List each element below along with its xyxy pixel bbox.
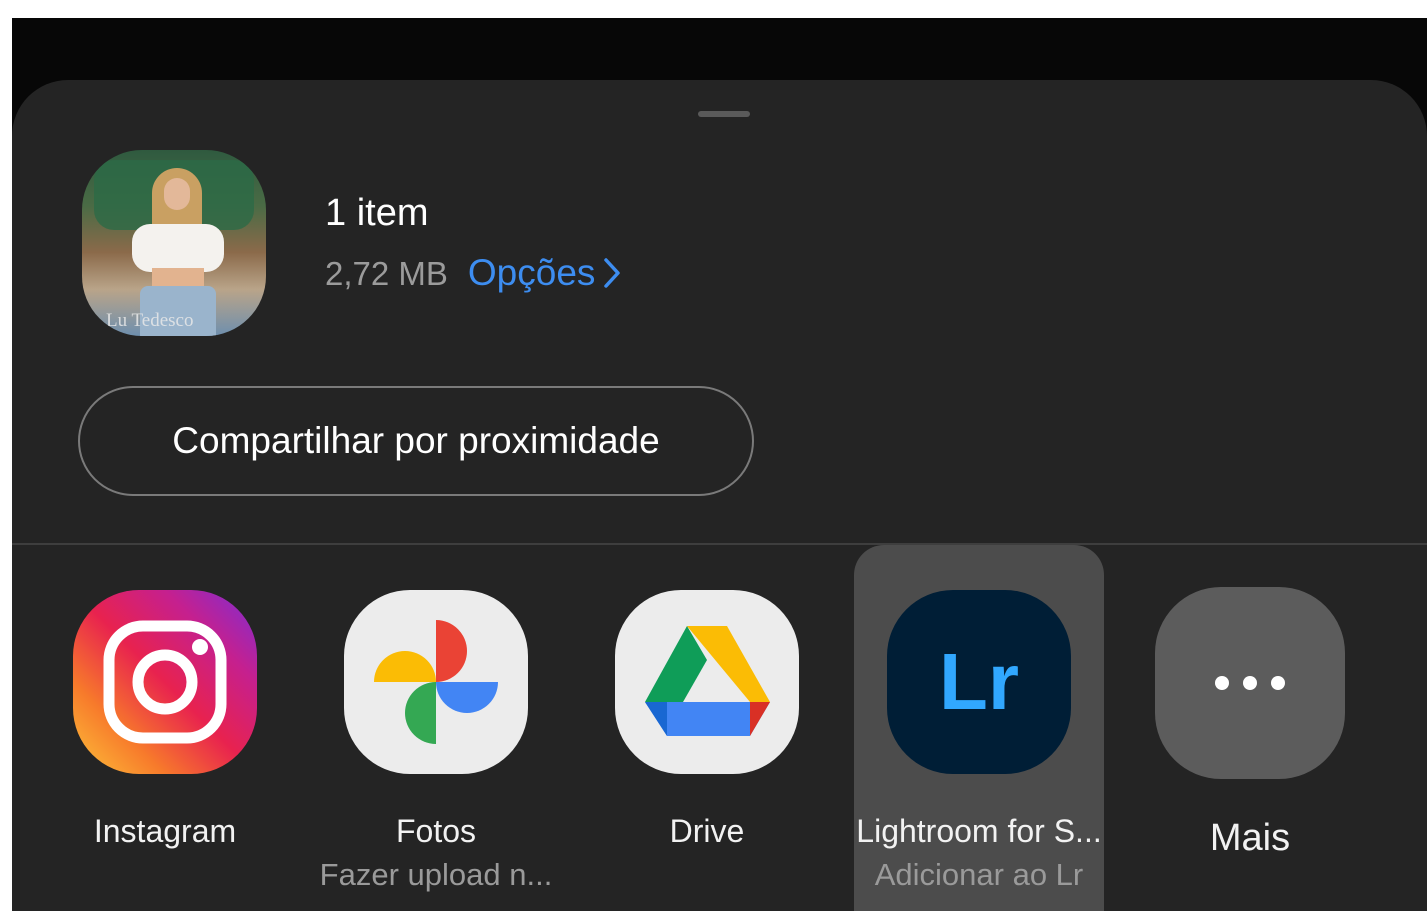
app-label: Instagram xyxy=(93,813,237,849)
options-label: Opções xyxy=(467,252,596,293)
app-label: Fotos xyxy=(395,813,477,849)
thumbnail-watermark: Lu Tedesco xyxy=(106,310,194,331)
options-link[interactable]: Opções xyxy=(468,252,622,294)
item-count: 1 item xyxy=(325,192,429,234)
shared-image-thumbnail[interactable]: Lu Tedesco xyxy=(82,150,266,336)
chevron-right-icon xyxy=(604,258,621,288)
app-google-photos[interactable]: Fotos Fazer upload n... xyxy=(311,545,561,911)
screen: Lu Tedesco 1 item 2,72 MB Opções Compart… xyxy=(12,18,1427,911)
nearby-share-button[interactable]: Compartilhar por proximidade xyxy=(78,386,754,496)
app-label: Drive xyxy=(669,813,745,849)
drag-handle[interactable] xyxy=(698,111,750,117)
app-row: Instagram Fotos Fazer upload n... Drive … xyxy=(12,545,1427,911)
app-lightroom[interactable]: Lr Lightroom for S... Adicionar ao Lr xyxy=(854,545,1104,911)
app-sublabel: Fazer upload n... xyxy=(319,857,553,892)
lightroom-icon: Lr xyxy=(887,590,1071,774)
lightroom-icon-text: Lr xyxy=(939,637,1019,726)
more-dots-icon xyxy=(1155,587,1345,779)
file-size: 2,72 MB xyxy=(325,255,448,292)
app-instagram[interactable]: Instagram xyxy=(40,545,290,911)
share-sheet: Lu Tedesco 1 item 2,72 MB Opções Compart… xyxy=(12,80,1427,911)
instagram-icon xyxy=(73,590,257,774)
app-label: Mais xyxy=(1209,817,1291,859)
app-more[interactable]: Mais xyxy=(1125,545,1375,911)
app-google-drive[interactable]: Drive xyxy=(582,545,832,911)
app-sublabel: Adicionar ao Lr xyxy=(874,857,1084,892)
google-photos-icon xyxy=(344,590,528,774)
app-label: Lightroom for S... xyxy=(856,813,1102,849)
google-drive-icon xyxy=(615,590,799,774)
item-meta: 2,72 MB Opções xyxy=(325,252,621,294)
